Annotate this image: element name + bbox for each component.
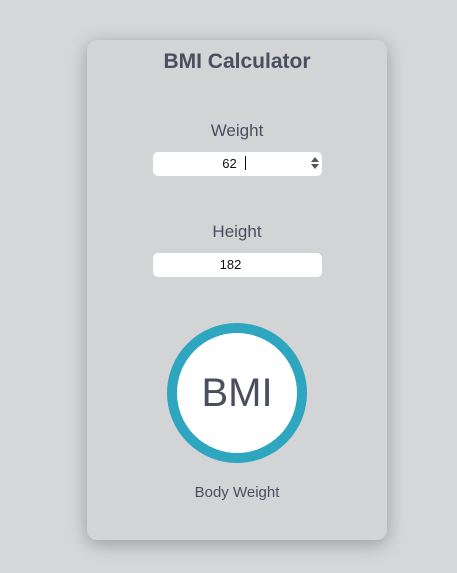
weight-label: Weight xyxy=(210,121,264,140)
weight-input[interactable]: 62 xyxy=(153,152,322,176)
height-value: 182 xyxy=(219,257,242,272)
spin-up-icon[interactable] xyxy=(311,157,319,162)
text-caret xyxy=(244,156,246,170)
bmi-result-circle: BMI xyxy=(167,323,307,463)
body-weight-category: Body Weight xyxy=(194,484,280,501)
spin-down-icon[interactable] xyxy=(311,164,319,169)
height-input[interactable]: 182 xyxy=(153,253,322,277)
spinner-arrows-icon[interactable] xyxy=(311,157,319,171)
weight-value: 62 xyxy=(222,156,237,171)
page-title: BMI Calculator xyxy=(163,50,311,73)
bmi-card: BMI Calculator Weight 62 Height 182 BMI … xyxy=(87,40,387,540)
height-label: Height xyxy=(212,222,262,241)
